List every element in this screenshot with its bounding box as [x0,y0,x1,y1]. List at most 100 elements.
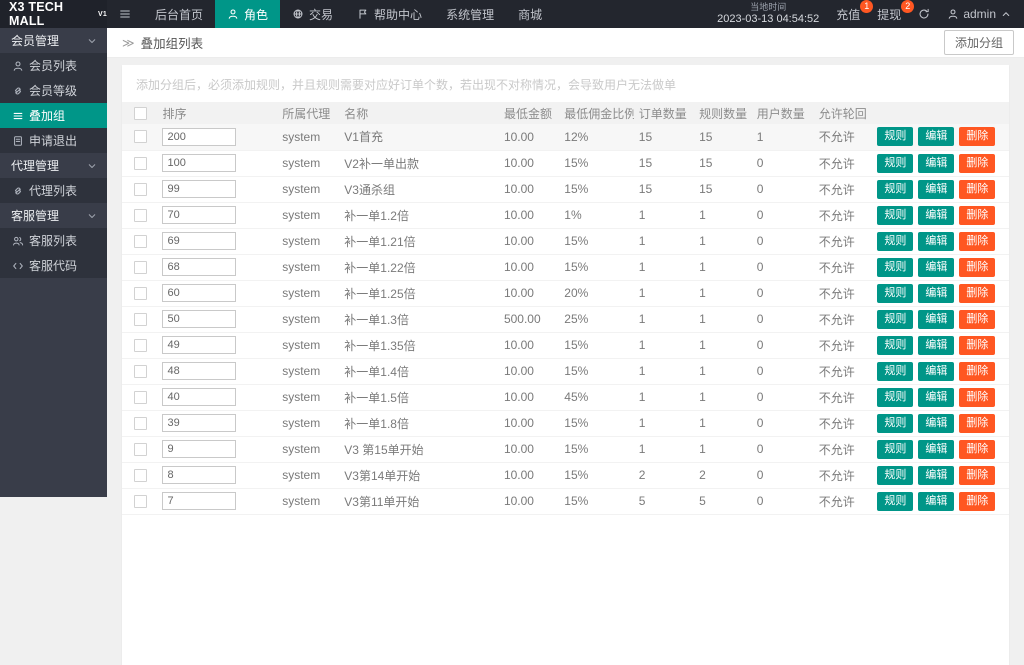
edit-button[interactable]: 编辑 [918,388,954,407]
rules-button[interactable]: 规则 [877,336,913,355]
withdraw-menu-item[interactable]: 提现 2 [877,6,901,23]
delete-button[interactable]: 删除 [959,388,995,407]
rules-button[interactable]: 规则 [877,414,913,433]
row-checkbox[interactable] [134,157,147,170]
sidebar-item-service-code[interactable]: 客服代码 [0,253,107,278]
sort-input[interactable] [162,492,236,510]
rules-button[interactable]: 规则 [877,206,913,225]
edit-button[interactable]: 编辑 [918,336,954,355]
nav-item-trade[interactable]: 交易 [280,0,345,28]
delete-button[interactable]: 删除 [959,362,995,381]
rules-button[interactable]: 规则 [877,466,913,485]
delete-button[interactable]: 删除 [959,414,995,433]
row-checkbox[interactable] [134,261,147,274]
nav-item-system[interactable]: 系统管理 [434,0,506,28]
row-checkbox[interactable] [134,183,147,196]
delete-button[interactable]: 删除 [959,127,995,146]
sidebar-section-1[interactable]: 代理管理 [0,153,107,178]
row-checkbox[interactable] [134,209,147,222]
navbar-right: 当地时间 2023-03-13 04:54:52 充值 1 提现 2 admin [717,0,1024,28]
sort-input[interactable] [162,258,236,276]
rules-button[interactable]: 规则 [877,310,913,329]
edit-button[interactable]: 编辑 [918,180,954,199]
sort-input[interactable] [162,154,236,172]
rules-button[interactable]: 规则 [877,492,913,511]
edit-button[interactable]: 编辑 [918,466,954,485]
delete-button[interactable]: 删除 [959,258,995,277]
row-checkbox[interactable] [134,495,147,508]
sort-input[interactable] [162,128,236,146]
delete-button[interactable]: 删除 [959,336,995,355]
edit-button[interactable]: 编辑 [918,232,954,251]
edit-button[interactable]: 编辑 [918,154,954,173]
rules-button[interactable]: 规则 [877,388,913,407]
delete-button[interactable]: 删除 [959,492,995,511]
edit-button[interactable]: 编辑 [918,414,954,433]
delete-button[interactable]: 删除 [959,466,995,485]
edit-button[interactable]: 编辑 [918,206,954,225]
edit-button[interactable]: 编辑 [918,284,954,303]
hamburger-icon[interactable] [107,0,143,28]
delete-button[interactable]: 删除 [959,232,995,251]
rules-button[interactable]: 规则 [877,154,913,173]
edit-button[interactable]: 编辑 [918,362,954,381]
sidebar-item-quit-apply[interactable]: 申请退出 [0,128,107,153]
delete-button[interactable]: 删除 [959,206,995,225]
sort-input[interactable] [162,388,236,406]
rules-button[interactable]: 规则 [877,362,913,381]
sort-input[interactable] [162,310,236,328]
row-checkbox[interactable] [134,339,147,352]
sort-input[interactable] [162,362,236,380]
rules-button[interactable]: 规则 [877,440,913,459]
edit-button[interactable]: 编辑 [918,258,954,277]
cell-min-commission: 15% [559,410,634,436]
refresh-button[interactable] [918,8,930,20]
edit-button[interactable]: 编辑 [918,310,954,329]
row-checkbox[interactable] [134,365,147,378]
rules-button[interactable]: 规则 [877,127,913,146]
delete-button[interactable]: 删除 [959,310,995,329]
nav-item-role[interactable]: 角色 [215,0,280,28]
rules-button[interactable]: 规则 [877,284,913,303]
row-checkbox[interactable] [134,130,147,143]
rules-button[interactable]: 规则 [877,258,913,277]
sidebar-item-member-list[interactable]: 会员列表 [0,53,107,78]
delete-button[interactable]: 删除 [959,180,995,199]
delete-button[interactable]: 删除 [959,284,995,303]
rules-button[interactable]: 规则 [877,180,913,199]
sort-input[interactable] [162,336,236,354]
add-group-button[interactable]: 添加分组 [944,30,1014,55]
edit-button[interactable]: 编辑 [918,440,954,459]
user-menu[interactable]: admin [947,7,1012,21]
nav-item-mall[interactable]: 商城 [506,0,554,28]
sidebar-section-2[interactable]: 客服管理 [0,203,107,228]
sidebar-section-0[interactable]: 会员管理 [0,28,107,53]
recharge-menu-item[interactable]: 充值 1 [836,6,860,23]
sort-input[interactable] [162,440,236,458]
sort-input[interactable] [162,414,236,432]
nav-item-home[interactable]: 后台首页 [143,0,215,28]
delete-button[interactable]: 删除 [959,440,995,459]
row-checkbox[interactable] [134,287,147,300]
sidebar-item-agent-list[interactable]: 代理列表 [0,178,107,203]
sidebar-item-stack-group[interactable]: 叠加组 [0,103,107,128]
sort-input[interactable] [162,180,236,198]
nav-item-help[interactable]: 帮助中心 [345,0,434,28]
sort-input[interactable] [162,206,236,224]
row-checkbox[interactable] [134,235,147,248]
rules-button[interactable]: 规则 [877,232,913,251]
row-checkbox[interactable] [134,443,147,456]
row-checkbox[interactable] [134,417,147,430]
edit-button[interactable]: 编辑 [918,127,954,146]
row-checkbox[interactable] [134,313,147,326]
sidebar-item-member-level[interactable]: 会员等级 [0,78,107,103]
sort-input[interactable] [162,284,236,302]
sidebar-item-service-list[interactable]: 客服列表 [0,228,107,253]
sort-input[interactable] [162,466,236,484]
edit-button[interactable]: 编辑 [918,492,954,511]
sort-input[interactable] [162,232,236,250]
row-checkbox[interactable] [134,469,147,482]
delete-button[interactable]: 删除 [959,154,995,173]
row-checkbox[interactable] [134,391,147,404]
select-all-checkbox[interactable] [134,107,147,120]
